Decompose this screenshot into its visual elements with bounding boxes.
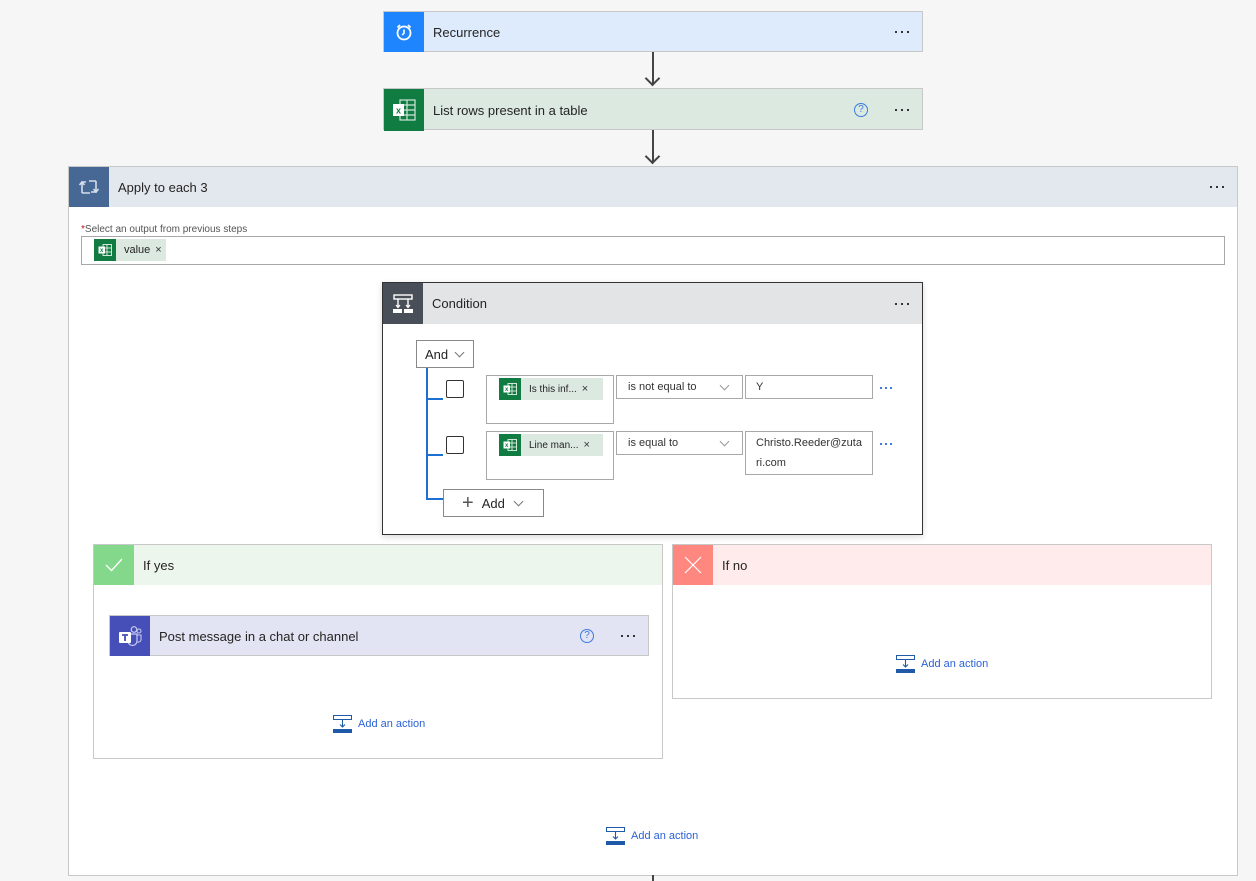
remove-token-button[interactable]: × — [583, 439, 593, 451]
value-input[interactable]: Christo.Reeder@zutari.com — [745, 431, 873, 475]
add-an-action-label: Add an action — [921, 658, 989, 670]
arrow-head — [644, 70, 661, 87]
value-text: Y — [756, 381, 764, 393]
group-operator-value: And — [425, 346, 449, 362]
post-message-more-button[interactable] — [608, 616, 648, 656]
apply-to-each-header[interactable]: Apply to each 3 — [69, 167, 1237, 207]
checkmark-icon — [94, 545, 134, 585]
excel-icon: x — [499, 378, 521, 400]
post-message-header[interactable]: Post message in a chat or channel ? — [110, 616, 648, 656]
operand-token[interactable]: x Line man... × — [499, 434, 603, 456]
alarm-clock-icon — [384, 12, 424, 52]
operand-token-label: Is this inf... — [529, 383, 577, 395]
chevron-down-icon — [513, 496, 524, 506]
insert-action-icon — [606, 827, 625, 845]
chevron-down-icon — [454, 347, 465, 357]
operand-token-label: Line man... — [529, 439, 579, 451]
add-an-action-button[interactable]: Add an action — [333, 715, 425, 733]
excel-icon: x — [94, 239, 116, 261]
operator-value: is equal to — [628, 437, 679, 449]
plus-icon: + — [462, 492, 474, 514]
remove-token-button[interactable]: × — [155, 244, 165, 256]
list-rows-more-button[interactable] — [882, 90, 922, 130]
add-label: Add — [481, 495, 505, 511]
insert-action-icon — [333, 715, 352, 733]
insert-action-icon — [896, 655, 915, 673]
select-output-label-text: Select an output from previous steps — [84, 224, 248, 235]
if-no-header[interactable]: If no — [673, 545, 1211, 585]
remove-token-button[interactable]: × — [582, 383, 592, 395]
condition-title: Condition — [432, 296, 487, 311]
arrow-head — [644, 148, 661, 165]
add-an-action-label: Add an action — [631, 830, 699, 842]
tree-branch — [426, 498, 443, 500]
select-output-label: *Select an output from previous steps — [81, 224, 247, 235]
help-icon[interactable]: ? — [854, 103, 868, 117]
value-input[interactable]: Y — [745, 375, 873, 399]
if-yes-title: If yes — [143, 557, 175, 573]
condition-card: Condition And x Is this inf... × is not … — [382, 282, 923, 535]
loop-icon — [69, 167, 109, 207]
if-yes-branch: If yes Post message in a chat or channel… — [93, 544, 663, 759]
row-checkbox[interactable] — [446, 380, 464, 398]
list-rows-title: List rows present in a table — [433, 102, 588, 118]
if-no-branch: If no Add an action — [672, 544, 1212, 699]
row-checkbox[interactable] — [446, 436, 464, 454]
excel-icon: x — [384, 89, 424, 131]
if-no-title: If no — [722, 557, 748, 573]
tree-line — [426, 368, 428, 500]
select-output-input[interactable]: x value × — [81, 236, 1225, 265]
condition-header[interactable]: Condition — [383, 283, 922, 324]
list-rows-header[interactable]: x List rows present in a table ? — [384, 89, 922, 131]
excel-icon: x — [499, 434, 521, 456]
close-icon — [673, 545, 713, 585]
apply-to-each-title: Apply to each 3 — [118, 179, 208, 195]
operand-token[interactable]: x Is this inf... × — [499, 378, 603, 400]
svg-text:x: x — [396, 106, 401, 116]
condition-icon — [383, 283, 423, 324]
recurrence-more-button[interactable] — [882, 12, 922, 52]
apply-to-each-container: Apply to each 3 *Select an output from p… — [68, 166, 1238, 876]
chevron-down-icon — [719, 436, 730, 447]
post-message-card[interactable]: Post message in a chat or channel ? — [109, 615, 649, 656]
if-yes-header[interactable]: If yes — [94, 545, 662, 585]
add-condition-button[interactable]: + Add — [443, 489, 544, 517]
operator-select[interactable]: is equal to — [616, 431, 743, 455]
list-rows-card[interactable]: x List rows present in a table ? — [383, 88, 923, 131]
operator-select[interactable]: is not equal to — [616, 375, 743, 399]
apply-to-each-more-button[interactable] — [1197, 167, 1237, 207]
row-more-button[interactable] — [880, 387, 892, 389]
row-more-button[interactable] — [880, 443, 892, 445]
recurrence-header[interactable]: Recurrence — [384, 12, 922, 52]
value-token[interactable]: x value × — [94, 239, 166, 261]
recurrence-card[interactable]: Recurrence — [383, 11, 923, 52]
condition-more-button[interactable] — [882, 284, 922, 324]
operand-input[interactable]: x Is this inf... × — [486, 375, 614, 424]
recurrence-title: Recurrence — [433, 24, 501, 40]
teams-icon — [110, 616, 150, 656]
add-an-action-button[interactable]: Add an action — [896, 655, 988, 673]
help-icon[interactable]: ? — [580, 629, 594, 643]
post-message-title: Post message in a chat or channel — [159, 628, 359, 644]
operator-value: is not equal to — [628, 381, 697, 393]
chevron-down-icon — [719, 380, 730, 391]
add-an-action-label: Add an action — [358, 718, 426, 730]
group-operator-select[interactable]: And — [416, 340, 474, 368]
add-an-action-button[interactable]: Add an action — [606, 827, 698, 845]
value-token-label: value — [124, 244, 151, 256]
tree-branch — [426, 454, 443, 456]
tree-branch — [426, 398, 443, 400]
operand-input[interactable]: x Line man... × — [486, 431, 614, 480]
connector-line — [652, 875, 654, 881]
value-text: Christo.Reeder@zutari.com — [756, 437, 862, 469]
